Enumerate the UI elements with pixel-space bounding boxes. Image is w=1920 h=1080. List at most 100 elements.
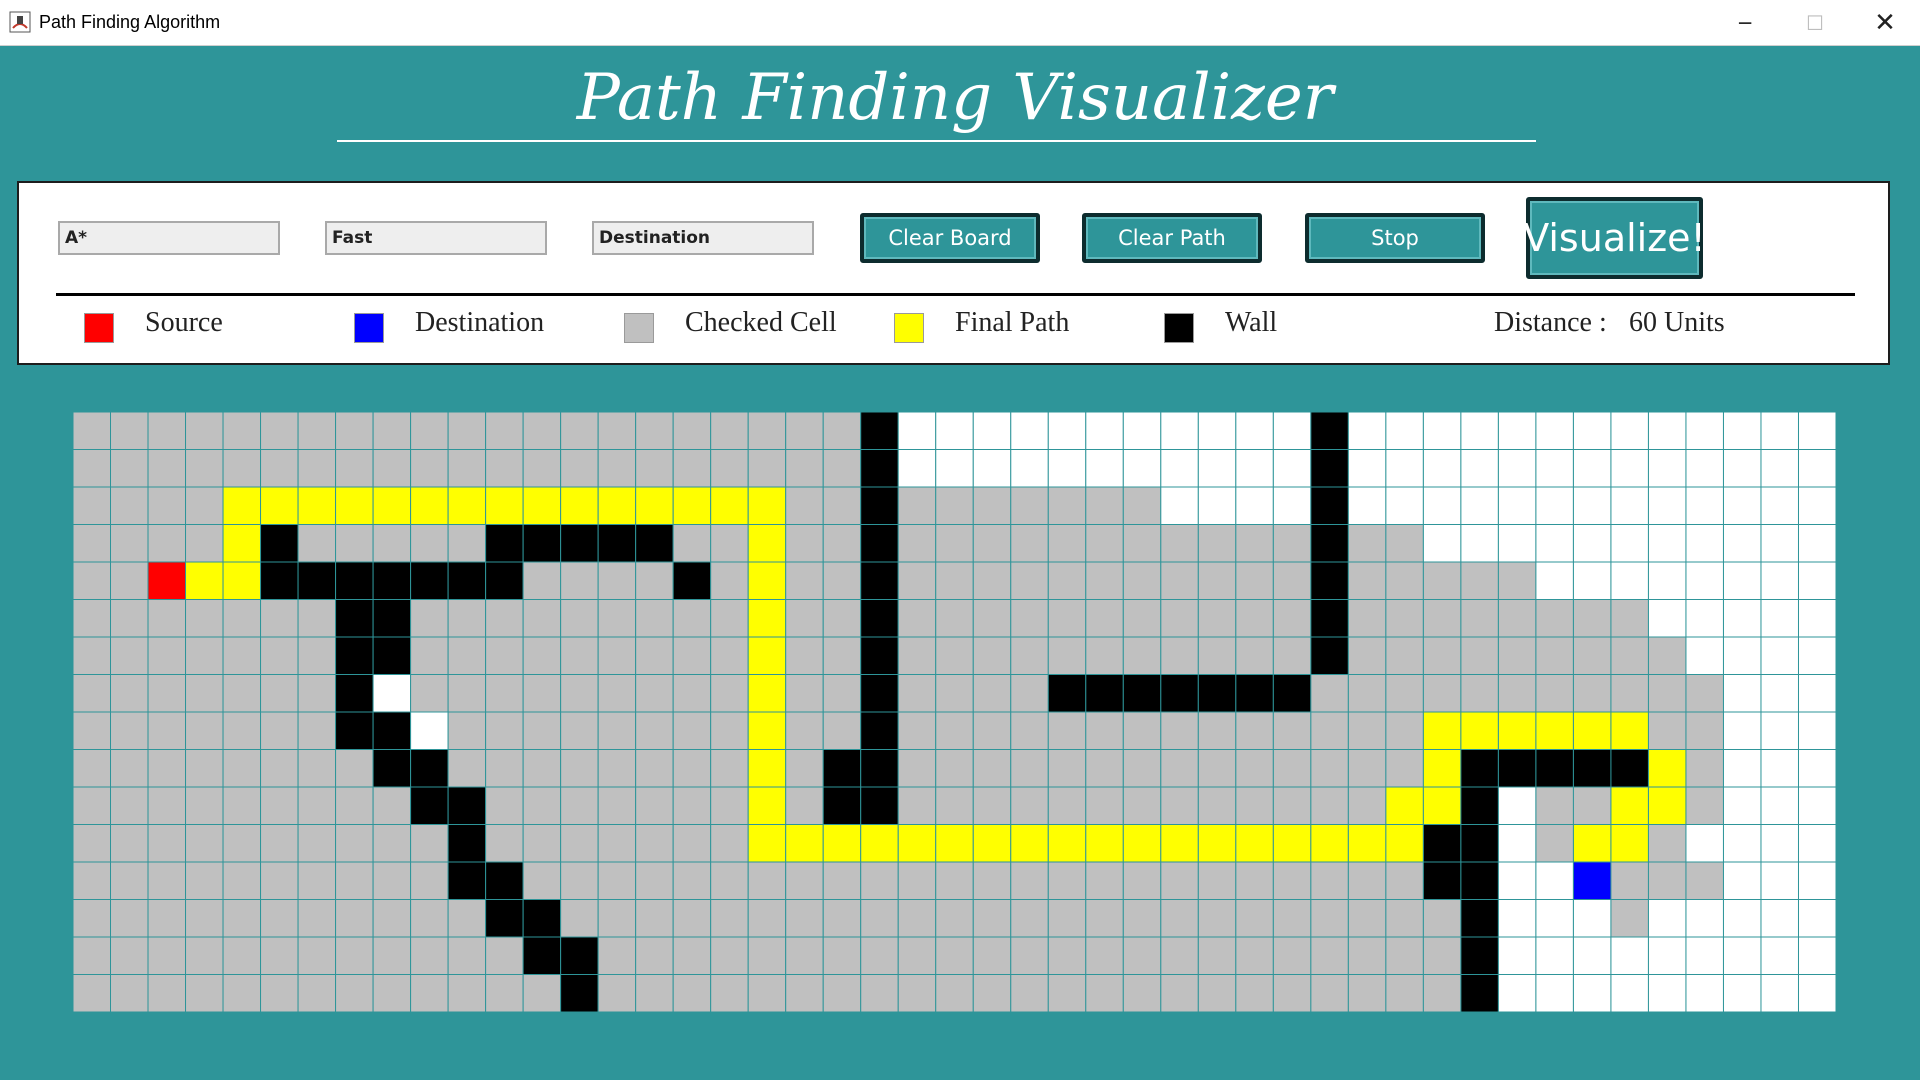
path-cell[interactable] [1610, 824, 1649, 863]
checked-cell[interactable] [147, 524, 187, 563]
checked-cell[interactable] [372, 412, 412, 450]
checked-cell[interactable] [1422, 974, 1462, 1013]
empty-cell[interactable] [1685, 824, 1724, 863]
path-cell[interactable] [747, 824, 787, 863]
wall-cell[interactable] [485, 561, 524, 600]
checked-cell[interactable] [710, 674, 749, 713]
path-cell[interactable] [747, 599, 787, 638]
checked-cell[interactable] [972, 486, 1012, 525]
checked-cell[interactable] [1647, 636, 1687, 675]
wall-cell[interactable] [260, 561, 299, 600]
empty-cell[interactable] [1797, 449, 1836, 488]
checked-cell[interactable] [1347, 749, 1387, 788]
checked-cell[interactable] [1047, 636, 1087, 675]
checked-cell[interactable] [1235, 936, 1274, 975]
wall-cell[interactable] [1460, 899, 1499, 938]
wall-cell[interactable] [372, 749, 412, 788]
checked-cell[interactable] [410, 412, 449, 450]
checked-cell[interactable] [73, 861, 112, 900]
wall-cell[interactable] [860, 449, 899, 488]
wall-cell[interactable] [560, 974, 599, 1013]
checked-cell[interactable] [1160, 711, 1199, 750]
empty-cell[interactable] [1797, 711, 1836, 750]
checked-cell[interactable] [335, 786, 374, 825]
checked-cell[interactable] [1010, 786, 1049, 825]
empty-cell[interactable] [1272, 449, 1312, 488]
checked-cell[interactable] [185, 786, 224, 825]
checked-cell[interactable] [1497, 636, 1537, 675]
checked-cell[interactable] [822, 974, 862, 1013]
checked-cell[interactable] [1010, 524, 1049, 563]
empty-cell[interactable] [1385, 449, 1424, 488]
empty-cell[interactable] [1685, 599, 1724, 638]
checked-cell[interactable] [635, 711, 674, 750]
checked-cell[interactable] [485, 599, 524, 638]
checked-cell[interactable] [597, 674, 637, 713]
checked-cell[interactable] [110, 524, 149, 563]
wall-cell[interactable] [1572, 749, 1612, 788]
checked-cell[interactable] [785, 674, 824, 713]
empty-cell[interactable] [1797, 486, 1836, 525]
path-cell[interactable] [1272, 824, 1312, 863]
empty-cell[interactable] [1760, 711, 1799, 750]
checked-cell[interactable] [1310, 974, 1349, 1013]
wall-cell[interactable] [860, 749, 899, 788]
checked-cell[interactable] [785, 599, 824, 638]
path-cell[interactable] [1535, 711, 1574, 750]
checked-cell[interactable] [1010, 711, 1049, 750]
empty-cell[interactable] [1535, 412, 1574, 450]
empty-cell[interactable] [972, 412, 1012, 450]
checked-cell[interactable] [1235, 599, 1274, 638]
checked-cell[interactable] [185, 636, 224, 675]
empty-cell[interactable] [1572, 486, 1612, 525]
checked-cell[interactable] [785, 936, 824, 975]
empty-cell[interactable] [1160, 449, 1199, 488]
checked-cell[interactable] [1235, 786, 1274, 825]
checked-cell[interactable] [785, 974, 824, 1013]
checked-cell[interactable] [485, 749, 524, 788]
checked-cell[interactable] [560, 449, 599, 488]
checked-cell[interactable] [110, 674, 149, 713]
checked-cell[interactable] [1010, 749, 1049, 788]
checked-cell[interactable] [1010, 636, 1049, 675]
wall-cell[interactable] [672, 561, 712, 600]
empty-cell[interactable] [1610, 524, 1649, 563]
checked-cell[interactable] [335, 861, 374, 900]
checked-cell[interactable] [73, 711, 112, 750]
checked-cell[interactable] [1160, 899, 1199, 938]
checked-cell[interactable] [1572, 636, 1612, 675]
checked-cell[interactable] [710, 412, 749, 450]
empty-cell[interactable] [1422, 524, 1462, 563]
empty-cell[interactable] [1572, 561, 1612, 600]
empty-cell[interactable] [1685, 412, 1724, 450]
checked-cell[interactable] [73, 486, 112, 525]
checked-cell[interactable] [1085, 599, 1124, 638]
checked-cell[interactable] [147, 749, 187, 788]
path-cell[interactable] [747, 561, 787, 600]
empty-cell[interactable] [1797, 524, 1836, 563]
empty-cell[interactable] [1610, 974, 1649, 1013]
empty-cell[interactable] [1497, 524, 1537, 563]
checked-cell[interactable] [1010, 861, 1049, 900]
checked-cell[interactable] [185, 711, 224, 750]
checked-cell[interactable] [147, 824, 187, 863]
wall-cell[interactable] [1310, 449, 1349, 488]
checked-cell[interactable] [73, 936, 112, 975]
checked-cell[interactable] [372, 824, 412, 863]
checked-cell[interactable] [1685, 749, 1724, 788]
checked-cell[interactable] [297, 449, 337, 488]
checked-cell[interactable] [972, 749, 1012, 788]
checked-cell[interactable] [560, 412, 599, 450]
empty-cell[interactable] [1722, 412, 1762, 450]
path-cell[interactable] [1422, 749, 1462, 788]
checked-cell[interactable] [222, 861, 262, 900]
checked-cell[interactable] [485, 786, 524, 825]
checked-cell[interactable] [785, 486, 824, 525]
checked-cell[interactable] [1422, 561, 1462, 600]
wall-cell[interactable] [860, 636, 899, 675]
checked-cell[interactable] [297, 786, 337, 825]
checked-cell[interactable] [1197, 599, 1237, 638]
checked-cell[interactable] [897, 561, 937, 600]
empty-cell[interactable] [897, 412, 937, 450]
checked-cell[interactable] [110, 749, 149, 788]
